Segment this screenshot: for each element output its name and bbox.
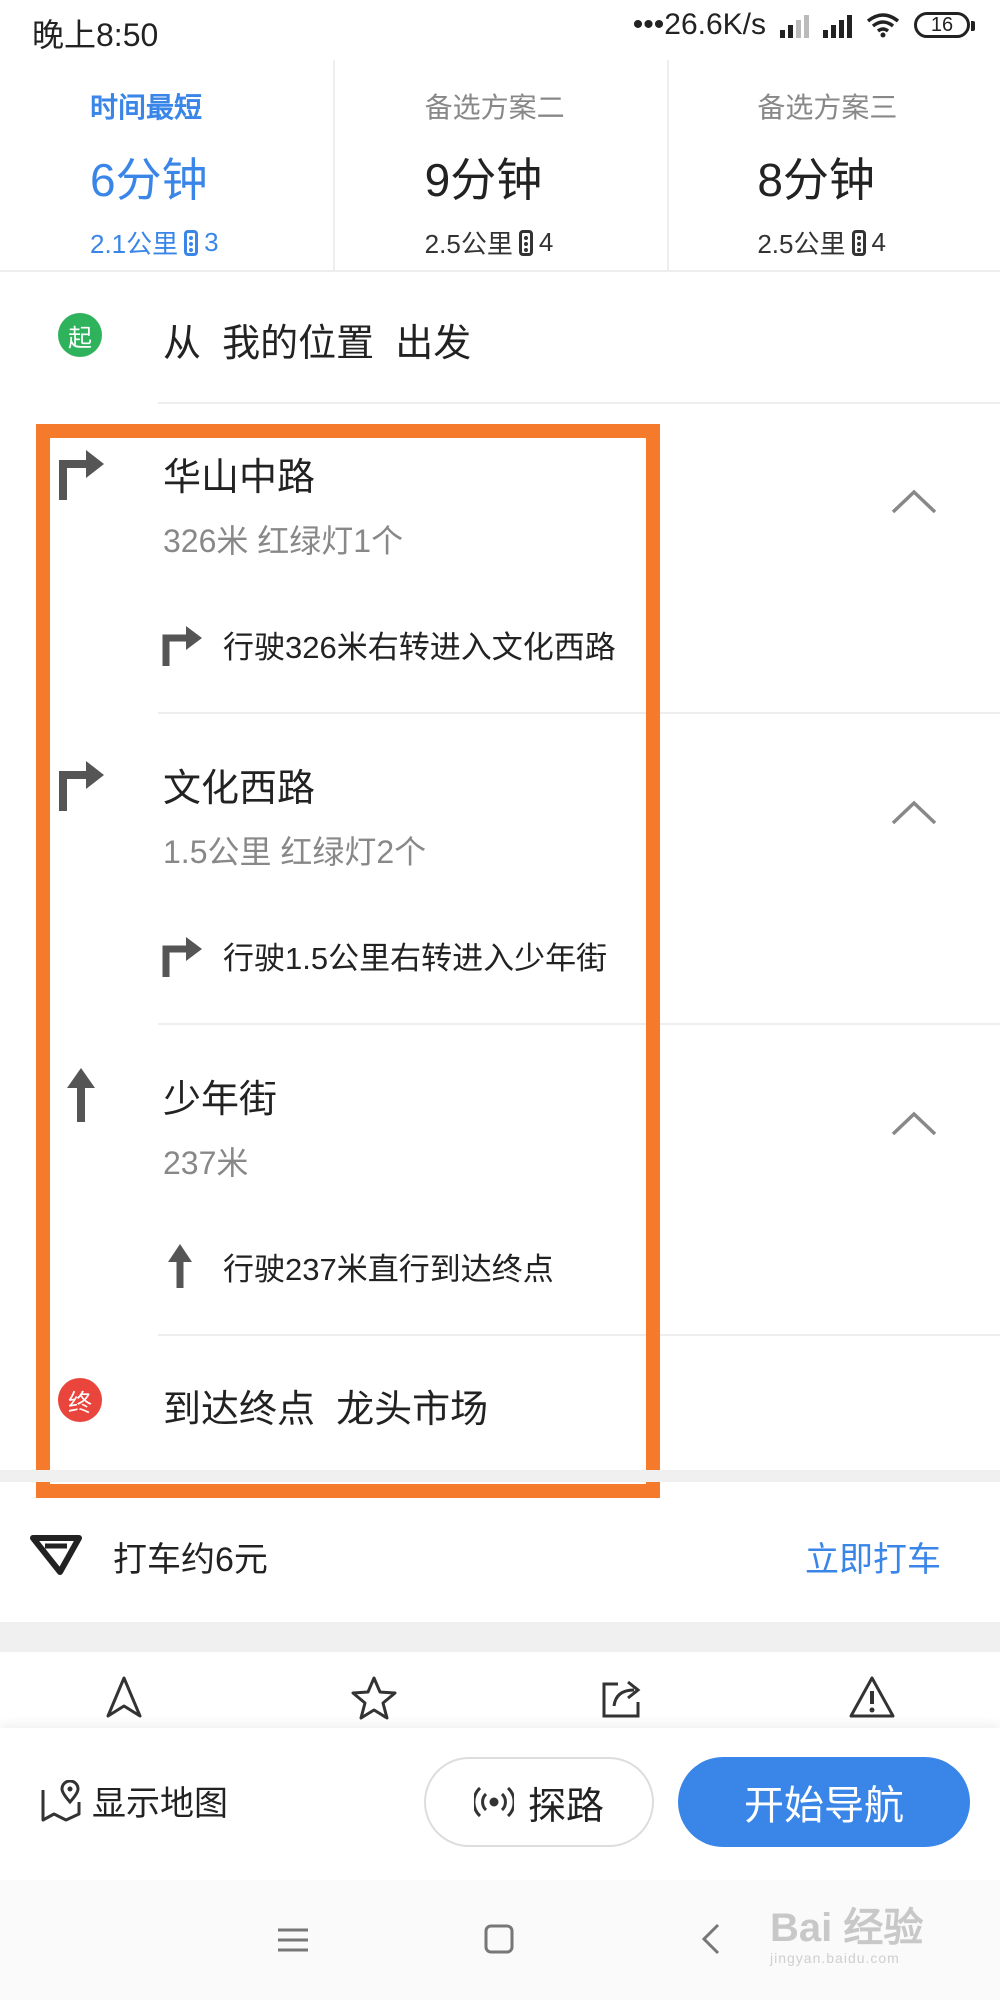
route-option-name: 备选方案三 bbox=[757, 92, 898, 123]
watermark-url: jingyan.baidu.com bbox=[770, 1950, 900, 1966]
navigate-icon[interactable] bbox=[100, 1674, 148, 1722]
route-option-time: 9分钟 bbox=[424, 154, 543, 206]
end-badge: 终 bbox=[58, 1378, 102, 1422]
status-time: 晚上8:50 bbox=[32, 17, 159, 53]
show-map-label: 显示地图 bbox=[92, 1785, 228, 1823]
route-option-lights: 4 bbox=[538, 227, 554, 257]
route-option-distance: 2.1公里 bbox=[90, 229, 179, 259]
show-map-button[interactable]: 显示地图 bbox=[40, 1776, 228, 1825]
segment-road-name: 少年街 bbox=[163, 1079, 278, 1121]
signal-icon-sim2 bbox=[823, 12, 852, 38]
turn-right-icon bbox=[59, 450, 104, 500]
map-pin-icon bbox=[41, 1779, 81, 1821]
route-option-distance: 2.5公里 bbox=[424, 229, 513, 259]
route-option-meta: 2.5公里 4 bbox=[425, 224, 668, 261]
watermark: Bai 经验 bbox=[770, 1906, 924, 1950]
route-option-name: 时间最短 bbox=[90, 92, 203, 123]
signal-icon-sim1 bbox=[780, 12, 809, 38]
broadcast-icon bbox=[473, 1786, 514, 1818]
explore-label: 探路 bbox=[527, 1785, 604, 1828]
route-option-shortest[interactable]: 时间最短 6分钟 2.1公里 3 bbox=[0, 60, 335, 270]
segment-instruction: 行驶326米右转进入文化西路 bbox=[223, 630, 616, 665]
start-navigation-button[interactable]: 开始导航 bbox=[678, 1757, 970, 1847]
section-separator bbox=[0, 1470, 1000, 1482]
route-options: 时间最短 6分钟 2.1公里 3 备选方案二 9分钟 2.5公里 4 备选方案三… bbox=[0, 60, 1000, 272]
end-place: 龙头市场 bbox=[336, 1389, 489, 1431]
segment-instruction: 行驶237米直行到达终点 bbox=[223, 1252, 554, 1287]
divider bbox=[158, 402, 1000, 404]
route-option-time: 8分钟 bbox=[757, 154, 875, 206]
menu-icon[interactable] bbox=[278, 1928, 308, 1952]
chevron-up-icon[interactable] bbox=[890, 1108, 938, 1138]
route-option-2[interactable]: 备选方案二 9分钟 2.5公里 4 bbox=[335, 60, 670, 270]
home-icon[interactable] bbox=[484, 1924, 514, 1954]
status-indicators: •••26.6K/s 16 bbox=[632, 8, 975, 42]
route-option-3[interactable]: 备选方案三 8分钟 2.5公里 4 bbox=[669, 60, 1000, 270]
turn-right-icon bbox=[162, 937, 202, 977]
chevron-up-icon[interactable] bbox=[890, 486, 938, 516]
segment-road-name: 华山中路 bbox=[163, 457, 316, 499]
taxi-estimate: 打车约6元 bbox=[113, 1541, 268, 1579]
straight-arrow-icon bbox=[67, 1068, 95, 1122]
straight-arrow-icon bbox=[168, 1244, 192, 1288]
network-speed: •••26.6K/s bbox=[632, 8, 766, 41]
traffic-light-icon bbox=[518, 229, 533, 256]
wifi-icon bbox=[866, 13, 900, 38]
route-option-lights: 3 bbox=[204, 227, 219, 257]
battery-level: 16 bbox=[930, 13, 954, 36]
warning-icon[interactable] bbox=[848, 1674, 896, 1722]
back-icon[interactable] bbox=[700, 1922, 722, 1956]
route-option-meta: 2.5公里 4 bbox=[757, 224, 1000, 261]
traffic-light-icon bbox=[184, 229, 199, 256]
segment-meta: 326米 红绿灯1个 bbox=[163, 523, 404, 559]
turn-right-icon bbox=[59, 761, 104, 811]
route-option-time: 6分钟 bbox=[90, 154, 208, 206]
chevron-up-icon[interactable] bbox=[890, 797, 938, 827]
segment-meta: 1.5公里 红绿灯2个 bbox=[163, 834, 427, 870]
traffic-light-icon bbox=[851, 229, 866, 256]
route-option-name: 备选方案二 bbox=[424, 92, 565, 123]
route-option-lights: 4 bbox=[871, 227, 886, 257]
call-taxi-link[interactable]: 立即打车 bbox=[805, 1532, 941, 1581]
segment-meta: 237米 bbox=[163, 1145, 249, 1181]
route-option-distance: 2.5公里 bbox=[757, 229, 846, 259]
share-icon[interactable] bbox=[598, 1674, 646, 1722]
segment-road-name: 文化西路 bbox=[163, 768, 316, 810]
explore-route-button[interactable]: 探路 bbox=[424, 1757, 654, 1847]
divider bbox=[158, 1334, 1000, 1336]
segment-instruction: 行驶1.5公里右转进入少年街 bbox=[223, 941, 608, 976]
end-row: 到达终点 龙头市场 bbox=[163, 1378, 488, 1433]
section-separator bbox=[0, 1622, 1000, 1652]
battery-icon: 16 bbox=[914, 12, 975, 38]
start-suffix: 出发 bbox=[395, 323, 472, 365]
turn-right-icon bbox=[162, 626, 202, 666]
star-icon[interactable] bbox=[350, 1674, 398, 1722]
start-place: 我的位置 bbox=[222, 323, 375, 365]
start-badge: 起 bbox=[58, 313, 102, 357]
taxi-logo-icon bbox=[30, 1535, 82, 1575]
start-row: 从 我的位置 出发 bbox=[163, 312, 471, 367]
divider bbox=[158, 1023, 1000, 1025]
route-option-meta: 2.1公里 3 bbox=[90, 224, 333, 261]
start-prefix: 从 bbox=[163, 323, 202, 365]
divider bbox=[158, 712, 1000, 714]
end-prefix: 到达终点 bbox=[163, 1389, 316, 1431]
